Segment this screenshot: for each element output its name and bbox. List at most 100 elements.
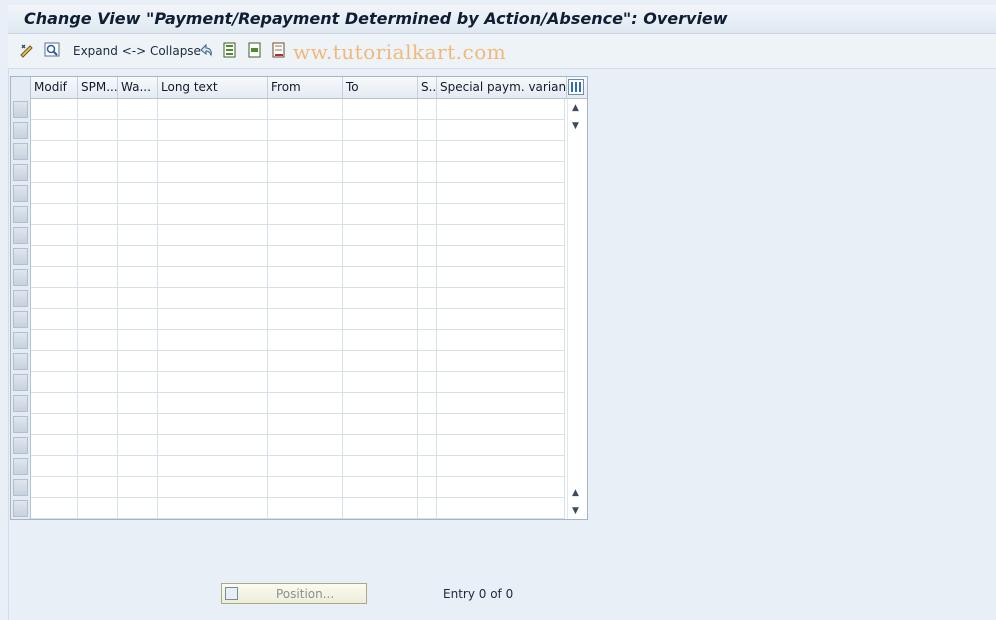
- row-select-button[interactable]: [13, 143, 28, 160]
- table-cell[interactable]: [343, 225, 418, 246]
- table-cell[interactable]: [78, 456, 118, 477]
- table-cell[interactable]: [78, 309, 118, 330]
- table-row[interactable]: [31, 141, 565, 162]
- table-cell[interactable]: [31, 435, 78, 456]
- table-cell[interactable]: [158, 477, 268, 498]
- row-select-button[interactable]: [13, 185, 28, 202]
- column-header-special-paym-variant[interactable]: Special paym. variant: [437, 77, 567, 98]
- table-cell[interactable]: [78, 393, 118, 414]
- column-header-to[interactable]: To: [343, 77, 418, 98]
- row-select-button[interactable]: [13, 248, 28, 265]
- table-cell[interactable]: [118, 477, 158, 498]
- table-cell[interactable]: [158, 225, 268, 246]
- table-cell[interactable]: [78, 246, 118, 267]
- table-row[interactable]: [31, 456, 565, 477]
- table-cell[interactable]: [78, 225, 118, 246]
- table-cell[interactable]: [31, 477, 78, 498]
- table-cell[interactable]: [268, 225, 343, 246]
- table-cell[interactable]: [418, 414, 437, 435]
- table-row[interactable]: [31, 351, 565, 372]
- table-cell[interactable]: [31, 288, 78, 309]
- table-cell[interactable]: [343, 393, 418, 414]
- table-row[interactable]: [31, 225, 565, 246]
- table-cell[interactable]: [78, 267, 118, 288]
- row-select-button[interactable]: [13, 353, 28, 370]
- table-cell[interactable]: [418, 99, 437, 120]
- table-cell[interactable]: [343, 372, 418, 393]
- table-cell[interactable]: [268, 414, 343, 435]
- table-cell[interactable]: [118, 372, 158, 393]
- table-cell[interactable]: [31, 309, 78, 330]
- table-cell[interactable]: [118, 225, 158, 246]
- row-select-button[interactable]: [13, 395, 28, 412]
- table-row[interactable]: [31, 162, 565, 183]
- table-cell[interactable]: [31, 498, 78, 519]
- scroll-page-up-icon[interactable]: ▲: [572, 488, 579, 498]
- table-cell[interactable]: [418, 246, 437, 267]
- table-cell[interactable]: [31, 246, 78, 267]
- table-cell[interactable]: [343, 435, 418, 456]
- row-select-button[interactable]: [13, 458, 28, 475]
- table-cell[interactable]: [158, 330, 268, 351]
- table-cell[interactable]: [31, 141, 78, 162]
- row-select-button[interactable]: [13, 479, 28, 496]
- table-cell[interactable]: [437, 456, 565, 477]
- table-cell[interactable]: [118, 99, 158, 120]
- column-header-s[interactable]: S..: [418, 77, 437, 98]
- table-row[interactable]: [31, 288, 565, 309]
- table-cell[interactable]: [118, 393, 158, 414]
- table-cell[interactable]: [158, 498, 268, 519]
- table-cell[interactable]: [343, 246, 418, 267]
- select-all-icon[interactable]: [222, 42, 238, 58]
- table-cell[interactable]: [158, 435, 268, 456]
- table-cell[interactable]: [31, 267, 78, 288]
- table-cell[interactable]: [437, 99, 565, 120]
- row-select-button[interactable]: [13, 269, 28, 286]
- table-row[interactable]: [31, 330, 565, 351]
- table-cell[interactable]: [78, 330, 118, 351]
- table-cell[interactable]: [118, 141, 158, 162]
- table-cell[interactable]: [437, 414, 565, 435]
- table-cell[interactable]: [418, 393, 437, 414]
- table-cell[interactable]: [343, 162, 418, 183]
- deselect-all-icon[interactable]: [271, 42, 287, 58]
- table-cell[interactable]: [437, 225, 565, 246]
- table-cell[interactable]: [268, 330, 343, 351]
- row-select-button[interactable]: [13, 227, 28, 244]
- table-cell[interactable]: [437, 498, 565, 519]
- table-cell[interactable]: [437, 141, 565, 162]
- table-cell[interactable]: [437, 393, 565, 414]
- table-cell[interactable]: [118, 330, 158, 351]
- table-cell[interactable]: [158, 456, 268, 477]
- table-cell[interactable]: [268, 162, 343, 183]
- table-cell[interactable]: [268, 456, 343, 477]
- table-cell[interactable]: [418, 120, 437, 141]
- table-cell[interactable]: [343, 99, 418, 120]
- table-row[interactable]: [31, 120, 565, 141]
- table-cell[interactable]: [118, 498, 158, 519]
- row-select-button[interactable]: [13, 290, 28, 307]
- table-cell[interactable]: [437, 351, 565, 372]
- table-cell[interactable]: [437, 204, 565, 225]
- table-cell[interactable]: [418, 309, 437, 330]
- position-button[interactable]: Position...: [221, 583, 367, 604]
- table-cell[interactable]: [268, 99, 343, 120]
- table-cell[interactable]: [78, 498, 118, 519]
- table-cell[interactable]: [31, 120, 78, 141]
- table-cell[interactable]: [418, 435, 437, 456]
- table-cell[interactable]: [343, 288, 418, 309]
- table-cell[interactable]: [78, 477, 118, 498]
- table-cell[interactable]: [78, 162, 118, 183]
- table-cell[interactable]: [268, 141, 343, 162]
- table-cell[interactable]: [418, 351, 437, 372]
- table-cell[interactable]: [343, 477, 418, 498]
- row-select-button[interactable]: [13, 374, 28, 391]
- table-cell[interactable]: [158, 414, 268, 435]
- edit-glasses-icon[interactable]: [19, 42, 35, 58]
- table-cell[interactable]: [343, 267, 418, 288]
- table-cell[interactable]: [268, 351, 343, 372]
- table-cell[interactable]: [31, 99, 78, 120]
- row-select-button[interactable]: [13, 311, 28, 328]
- row-select-button[interactable]: [13, 122, 28, 139]
- table-cell[interactable]: [158, 246, 268, 267]
